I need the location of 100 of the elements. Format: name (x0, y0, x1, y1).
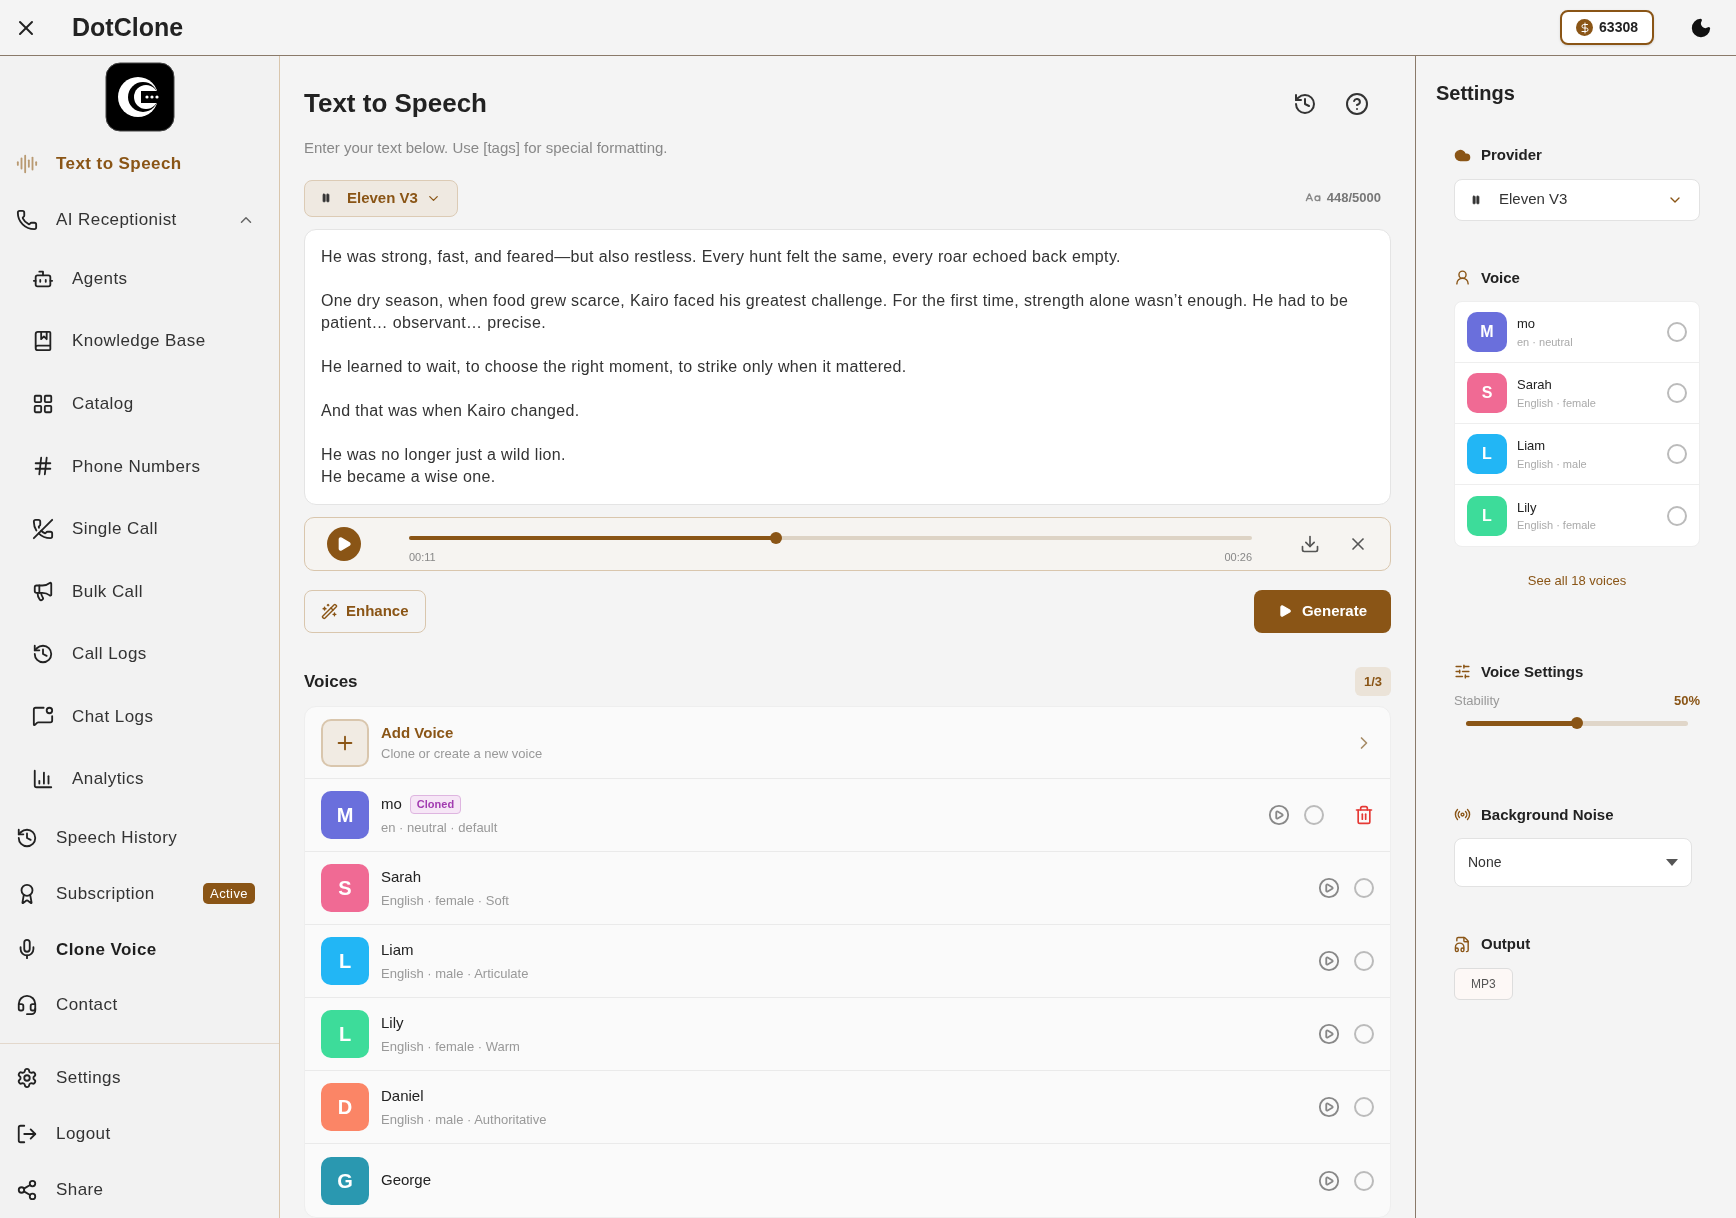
radio-button[interactable] (1304, 805, 1324, 825)
voice-row[interactable]: D Daniel English · male · Authoritative (305, 1071, 1390, 1144)
voice-details: English · female · Warm (381, 1037, 521, 1056)
play-icon[interactable] (1268, 804, 1290, 826)
enhance-button[interactable]: Enhance (304, 589, 426, 633)
cloned-badge: Cloned (409, 795, 462, 814)
voice-avatar: G (321, 1156, 369, 1205)
nav-sub-item[interactable]: Call Logs (0, 622, 279, 686)
voice-option[interactable]: M mo en · neutral (1455, 302, 1699, 363)
credits-button[interactable]: 63308 (1560, 10, 1654, 45)
add-voice-row[interactable]: Add Voice Clone or create a new voice (305, 707, 1390, 779)
nav-item[interactable]: Settings (0, 1050, 279, 1106)
voice-avatar: S (321, 864, 369, 912)
voice-row[interactable]: M mo Cloned en · neutral · default (305, 779, 1390, 852)
voice-avatar: L (321, 937, 369, 985)
radio-button[interactable] (1354, 1097, 1374, 1117)
history-icon[interactable] (1293, 91, 1317, 116)
nav-icon (16, 827, 38, 850)
download-icon[interactable] (1300, 533, 1320, 554)
nav-sub-item[interactable]: Chat Logs (0, 685, 279, 748)
see-all-link[interactable]: See all 18 voices (1527, 571, 1627, 591)
voice-name: Lily (381, 1013, 404, 1033)
format-chip[interactable]: MP3 (1454, 967, 1513, 1000)
play-icon[interactable] (1318, 1096, 1340, 1118)
radio-button[interactable] (1354, 1170, 1374, 1191)
nav-icon (32, 580, 54, 603)
delete-icon[interactable] (1354, 805, 1374, 825)
nav-sub-item[interactable]: Phone Numbers (0, 435, 279, 498)
provider-select[interactable]: Eleven V3 (1454, 178, 1700, 221)
slider-label: Stability (1454, 692, 1500, 710)
speech-icon (16, 152, 38, 175)
nav-sub-item[interactable]: Agents (0, 247, 279, 310)
slider-value: 50% (1673, 692, 1700, 710)
play-icon[interactable] (1318, 1023, 1340, 1045)
voice-option[interactable]: L Lily English · female (1455, 485, 1699, 546)
page-indicator: 1/3 (1354, 666, 1391, 696)
nav-sub-item[interactable]: Analytics (0, 747, 279, 811)
play-icon[interactable] (1318, 950, 1340, 972)
radio-button[interactable] (1354, 878, 1374, 898)
setting-label: Output (1481, 934, 1531, 954)
stability-slider[interactable] (1466, 720, 1688, 726)
voice-option[interactable]: L Liam English · male (1455, 424, 1699, 485)
radio-button[interactable] (1354, 1024, 1374, 1044)
model-select[interactable]: Eleven V3 (304, 179, 458, 217)
slider-thumb[interactable] (769, 531, 782, 544)
nav-icon (32, 642, 54, 665)
voice-name: Daniel (381, 1086, 424, 1106)
nav-icon (32, 455, 54, 478)
nav-item[interactable]: Speech History (0, 810, 279, 866)
add-voice-title: Add Voice (381, 722, 455, 743)
play-button[interactable] (327, 526, 361, 561)
dropdown-triangle-icon (1666, 859, 1678, 866)
voice-option[interactable]: S Sarah English · female (1455, 363, 1699, 424)
radio-button[interactable] (1354, 951, 1374, 971)
help-icon[interactable] (1345, 91, 1369, 116)
voice-details: English · male (1517, 456, 1588, 472)
voice-row[interactable]: L Lily English · female · Warm (305, 998, 1390, 1071)
dollar-coin-icon (1576, 19, 1594, 36)
share-icon (16, 1179, 38, 1201)
nav-sub-item[interactable]: Knowledge Base (0, 309, 279, 373)
nav-sub-item[interactable]: Catalog (0, 372, 279, 435)
voice-details: English · female (1517, 518, 1597, 533)
nav-item[interactable]: Share (0, 1162, 279, 1218)
radio-button[interactable] (1667, 444, 1687, 464)
panel-title: Settings (1435, 81, 1516, 106)
radio-button[interactable] (1667, 505, 1687, 526)
voice-row[interactable]: G George (305, 1144, 1390, 1217)
voice-details: en · neutral (1517, 334, 1574, 350)
nav-sub-item[interactable]: Bulk Call (0, 560, 279, 623)
char-count: 448/5000 (1326, 189, 1381, 208)
generate-button[interactable]: Generate (1253, 589, 1391, 633)
nav-icon (32, 517, 54, 540)
page-title: Text to Speech (304, 87, 487, 120)
settings-icon (16, 1067, 38, 1089)
play-icon (336, 535, 352, 552)
voice-name: mo (381, 794, 402, 814)
nav-item[interactable]: Text to Speech (0, 136, 279, 192)
voice-details: en · neutral · default (381, 818, 499, 837)
radio-button[interactable] (1667, 383, 1687, 403)
nav-item[interactable]: Contact (0, 977, 279, 1033)
nav-item[interactable]: AI Receptionist (0, 191, 279, 248)
nav-item[interactable]: Clone Voice (0, 921, 279, 978)
nav-sub-item[interactable]: Single Call (0, 497, 279, 561)
voice-name: Liam (1517, 437, 1547, 455)
noise-select[interactable]: None (1454, 838, 1692, 887)
radio-button[interactable] (1667, 322, 1687, 342)
voice-details: English · male · Authoritative (381, 1110, 548, 1129)
moon-icon[interactable] (1690, 16, 1712, 39)
voice-row[interactable]: S Sarah English · female · Soft (305, 852, 1390, 925)
page-subtitle: Enter your text below. Use [tags] for special formatting. (304, 138, 669, 158)
bars-icon (321, 193, 331, 203)
nav-item[interactable]: Logout (0, 1106, 279, 1162)
nav-icon (32, 767, 54, 790)
voice-row[interactable]: L Liam English · male · Articulate (305, 925, 1390, 998)
nav-item[interactable]: Subscription Active (0, 865, 279, 922)
play-icon[interactable] (1318, 1169, 1340, 1192)
text-area[interactable]: He was strong, fast, and feared—but also restless. Every hunt felt the same, every roar echoed back empty. One dry season, when food grew scarce, Kairo faced his greatest challenge. For the first time, strength alone wasn’t enough. He had to be patient… observant… precise. He learned to wait, to choose the right moment, to strike only when it mattered. And that was when Kairo changed. He was no longer just a wild lion. He became a wise one. (304, 228, 1391, 505)
voice-name: Sarah (1517, 376, 1553, 394)
slider-thumb[interactable] (1571, 716, 1583, 729)
play-icon[interactable] (1318, 877, 1340, 899)
